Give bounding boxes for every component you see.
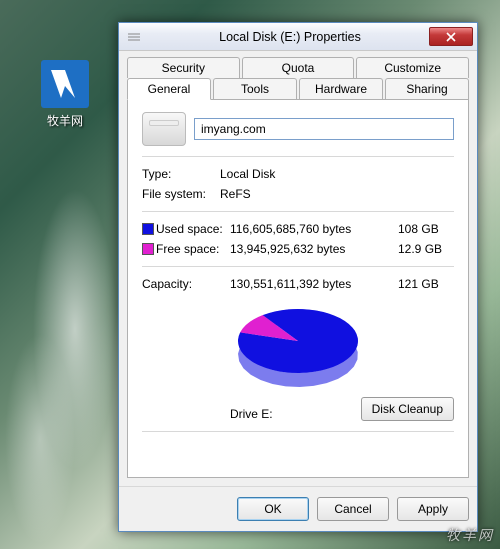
free-swatch bbox=[142, 243, 154, 255]
tab-sharing[interactable]: Sharing bbox=[385, 78, 469, 99]
capacity-label: Capacity: bbox=[142, 277, 230, 291]
tab-hardware[interactable]: Hardware bbox=[299, 78, 383, 99]
type-value: Local Disk bbox=[220, 167, 454, 181]
used-label: Used space: bbox=[156, 222, 230, 236]
used-gb: 108 GB bbox=[398, 222, 454, 236]
tab-security[interactable]: Security bbox=[127, 57, 240, 78]
used-swatch bbox=[142, 223, 154, 235]
ok-button[interactable]: OK bbox=[237, 497, 309, 521]
window-icon bbox=[127, 32, 151, 42]
close-button[interactable] bbox=[429, 27, 473, 46]
divider bbox=[142, 266, 454, 267]
apply-button[interactable]: Apply bbox=[397, 497, 469, 521]
app-icon bbox=[41, 60, 89, 108]
tab-tools[interactable]: Tools bbox=[213, 78, 297, 99]
dialog-footer: OK Cancel Apply bbox=[119, 486, 477, 531]
window-title: Local Disk (E:) Properties bbox=[151, 30, 429, 44]
divider bbox=[142, 156, 454, 157]
close-icon bbox=[446, 32, 456, 42]
properties-window: Local Disk (E:) Properties Security Quot… bbox=[118, 22, 478, 532]
volume-name-input[interactable] bbox=[194, 118, 454, 140]
disk-cleanup-button[interactable]: Disk Cleanup bbox=[361, 397, 454, 421]
divider bbox=[142, 431, 454, 432]
free-bytes: 13,945,925,632 bytes bbox=[230, 242, 398, 256]
titlebar[interactable]: Local Disk (E:) Properties bbox=[119, 23, 477, 51]
tab-quota[interactable]: Quota bbox=[242, 57, 355, 78]
tab-panel-general: Type: Local Disk File system: ReFS Used … bbox=[127, 99, 469, 478]
fs-value: ReFS bbox=[220, 187, 454, 201]
type-label: Type: bbox=[142, 167, 220, 181]
capacity-gb: 121 GB bbox=[398, 277, 454, 291]
cancel-button[interactable]: Cancel bbox=[317, 497, 389, 521]
drive-label: Drive E: bbox=[230, 407, 273, 421]
capacity-bytes: 130,551,611,392 bytes bbox=[230, 277, 398, 291]
window-body: Security Quota Customize General Tools H… bbox=[119, 51, 477, 486]
free-label: Free space: bbox=[156, 242, 230, 256]
tab-general[interactable]: General bbox=[127, 78, 211, 100]
watermark: 牧羊网 bbox=[446, 525, 494, 545]
desktop-shortcut[interactable]: 牧羊网 bbox=[35, 60, 95, 129]
tab-strip: Security Quota Customize General Tools H… bbox=[127, 57, 469, 99]
fs-label: File system: bbox=[142, 187, 220, 201]
divider bbox=[142, 211, 454, 212]
drive-icon bbox=[142, 112, 186, 146]
used-bytes: 116,605,685,760 bytes bbox=[230, 222, 398, 236]
free-gb: 12.9 GB bbox=[398, 242, 454, 256]
tab-customize[interactable]: Customize bbox=[356, 57, 469, 78]
usage-pie-chart bbox=[223, 303, 373, 393]
desktop-shortcut-label: 牧羊网 bbox=[35, 112, 95, 129]
